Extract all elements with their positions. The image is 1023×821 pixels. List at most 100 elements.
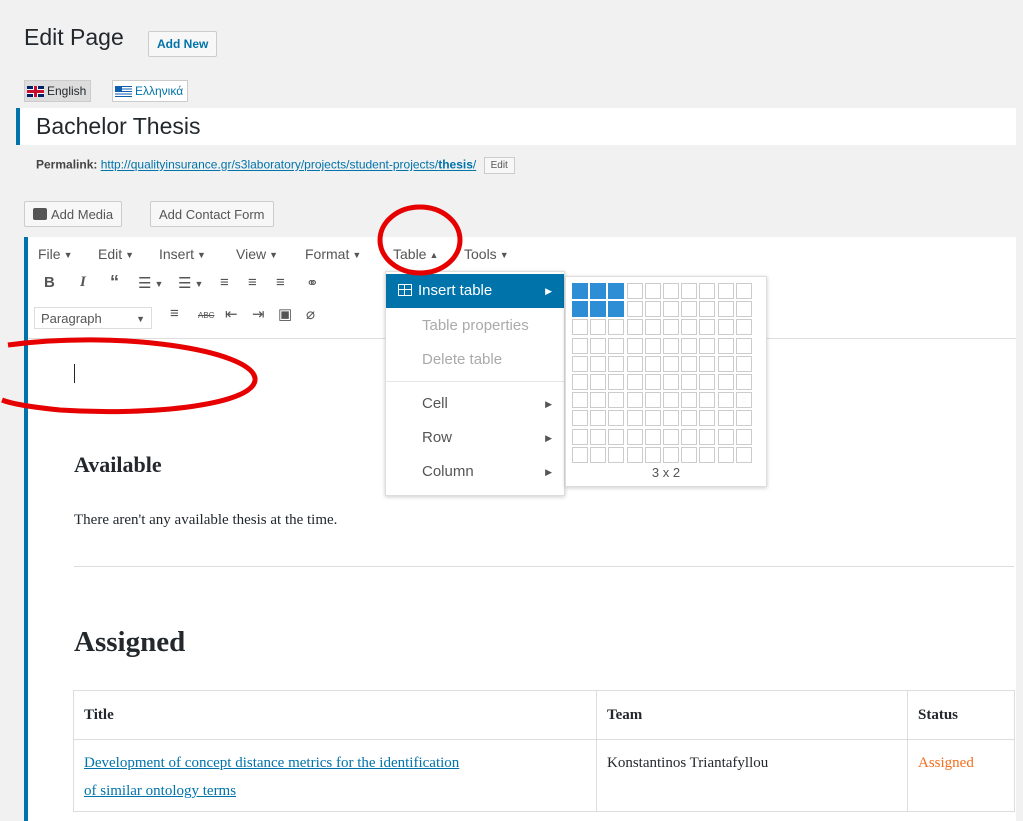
grid-cell[interactable] xyxy=(626,301,643,318)
grid-cell[interactable] xyxy=(735,374,752,390)
grid-cell[interactable] xyxy=(717,392,734,409)
grid-cell[interactable] xyxy=(626,392,643,409)
grid-cell[interactable] xyxy=(608,283,625,299)
grid-cell[interactable] xyxy=(717,301,734,318)
grid-cell[interactable] xyxy=(644,392,661,409)
grid-cell[interactable] xyxy=(608,301,625,318)
menu-view[interactable]: View ▼ xyxy=(236,246,278,262)
grid-cell[interactable] xyxy=(717,337,734,354)
grid-cell[interactable] xyxy=(572,446,588,463)
grid-cell[interactable] xyxy=(590,428,607,445)
add-new-button[interactable]: Add New xyxy=(148,31,218,57)
permalink-link[interactable]: http://qualityinsurance.gr/s3laboratory/… xyxy=(101,158,477,172)
add-contact-form-button[interactable]: Add Contact Form xyxy=(150,201,274,227)
menu-item-row[interactable]: Row ▶ xyxy=(386,421,564,455)
grid-cell[interactable] xyxy=(717,374,734,390)
grid-cell[interactable] xyxy=(590,319,607,336)
grid-cell[interactable] xyxy=(663,301,679,318)
grid-cell[interactable] xyxy=(572,355,588,372)
grid-cell[interactable] xyxy=(699,428,716,445)
grid-cell[interactable] xyxy=(735,355,752,372)
grid-cell[interactable] xyxy=(681,392,698,409)
language-tab-greek[interactable]: Ελληνικά xyxy=(112,80,189,102)
grid-cell[interactable] xyxy=(626,319,643,336)
grid-cell[interactable] xyxy=(644,428,661,445)
grid-cell[interactable] xyxy=(663,355,679,372)
grid-cell[interactable] xyxy=(644,446,661,463)
grid-cell[interactable] xyxy=(644,319,661,336)
grid-cell[interactable] xyxy=(681,301,698,318)
menu-file[interactable]: File ▼ xyxy=(38,246,72,262)
numbered-list-icon[interactable]: ☰ ▼ xyxy=(178,274,203,292)
grid-cell[interactable] xyxy=(717,410,734,427)
grid-cell[interactable] xyxy=(626,410,643,427)
grid-cell[interactable] xyxy=(717,446,734,463)
grid-cell[interactable] xyxy=(735,301,752,318)
bullet-list-icon[interactable]: ☰ ▼ xyxy=(138,274,163,292)
grid-cell[interactable] xyxy=(608,410,625,427)
grid-cell[interactable] xyxy=(572,283,588,299)
grid-cell[interactable] xyxy=(608,446,625,463)
grid-cell[interactable] xyxy=(572,337,588,354)
grid-cell[interactable] xyxy=(572,374,588,390)
grid-cell[interactable] xyxy=(735,446,752,463)
grid-cell[interactable] xyxy=(681,446,698,463)
grid-cell[interactable] xyxy=(572,428,588,445)
menu-insert[interactable]: Insert ▼ xyxy=(159,246,206,262)
grid-cell[interactable] xyxy=(717,428,734,445)
language-tab-english[interactable]: English xyxy=(24,80,92,102)
grid-cell[interactable] xyxy=(699,374,716,390)
grid-cell[interactable] xyxy=(663,410,679,427)
blockquote-icon[interactable]: “ xyxy=(110,272,119,293)
grid-cell[interactable] xyxy=(572,319,588,336)
indent-icon[interactable]: ⇥ xyxy=(252,305,265,323)
strikethrough-icon[interactable]: ABC xyxy=(198,311,214,320)
grid-cell[interactable] xyxy=(681,283,698,299)
grid-cell[interactable] xyxy=(735,410,752,427)
thesis-title-link[interactable]: Development of concept distance metrics … xyxy=(84,755,459,799)
outdent-icon[interactable]: ⇤ xyxy=(225,305,238,323)
menu-edit[interactable]: Edit ▼ xyxy=(98,246,134,262)
paste-text-icon[interactable]: ▣ xyxy=(278,305,292,323)
bold-icon[interactable]: B xyxy=(44,274,55,291)
grid-cell[interactable] xyxy=(699,301,716,318)
grid-cell[interactable] xyxy=(681,428,698,445)
grid-cell[interactable] xyxy=(590,283,607,299)
grid-cell[interactable] xyxy=(681,319,698,336)
grid-cell[interactable] xyxy=(626,428,643,445)
grid-cell[interactable] xyxy=(717,283,734,299)
add-media-button[interactable]: Add Media xyxy=(24,201,123,227)
grid-cell[interactable] xyxy=(681,374,698,390)
grid-cell[interactable] xyxy=(626,337,643,354)
grid-cell[interactable] xyxy=(626,374,643,390)
grid-cell[interactable] xyxy=(590,337,607,354)
grid-cell[interactable] xyxy=(644,337,661,354)
grid-cell[interactable] xyxy=(717,319,734,336)
grid-cell[interactable] xyxy=(590,392,607,409)
grid-cell[interactable] xyxy=(699,337,716,354)
grid-cell[interactable] xyxy=(644,374,661,390)
grid-cell[interactable] xyxy=(590,301,607,318)
grid-cell[interactable] xyxy=(626,283,643,299)
grid-cell[interactable] xyxy=(663,392,679,409)
grid-cell[interactable] xyxy=(608,374,625,390)
grid-cell[interactable] xyxy=(735,319,752,336)
menu-item-insert-table[interactable]: Insert table ▶ xyxy=(386,274,564,308)
align-center-icon[interactable]: ≡ xyxy=(248,274,257,291)
grid-cell[interactable] xyxy=(663,337,679,354)
grid-cell[interactable] xyxy=(699,355,716,372)
grid-cell[interactable] xyxy=(681,410,698,427)
grid-cell[interactable] xyxy=(590,410,607,427)
grid-cell[interactable] xyxy=(590,446,607,463)
clear-format-icon[interactable]: ⌀ xyxy=(306,305,315,323)
grid-cell[interactable] xyxy=(626,355,643,372)
menu-table[interactable]: Table ▲ xyxy=(393,246,438,262)
grid-cell[interactable] xyxy=(663,319,679,336)
post-title-input[interactable]: Bachelor Thesis xyxy=(16,108,1023,145)
grid-cell[interactable] xyxy=(735,392,752,409)
grid-cell[interactable] xyxy=(626,446,643,463)
format-select[interactable]: Paragraph ▼ xyxy=(34,307,152,329)
horizontal-line-icon[interactable]: ≡ xyxy=(170,305,179,322)
align-right-icon[interactable]: ≡ xyxy=(276,274,285,291)
grid-cell[interactable] xyxy=(644,283,661,299)
